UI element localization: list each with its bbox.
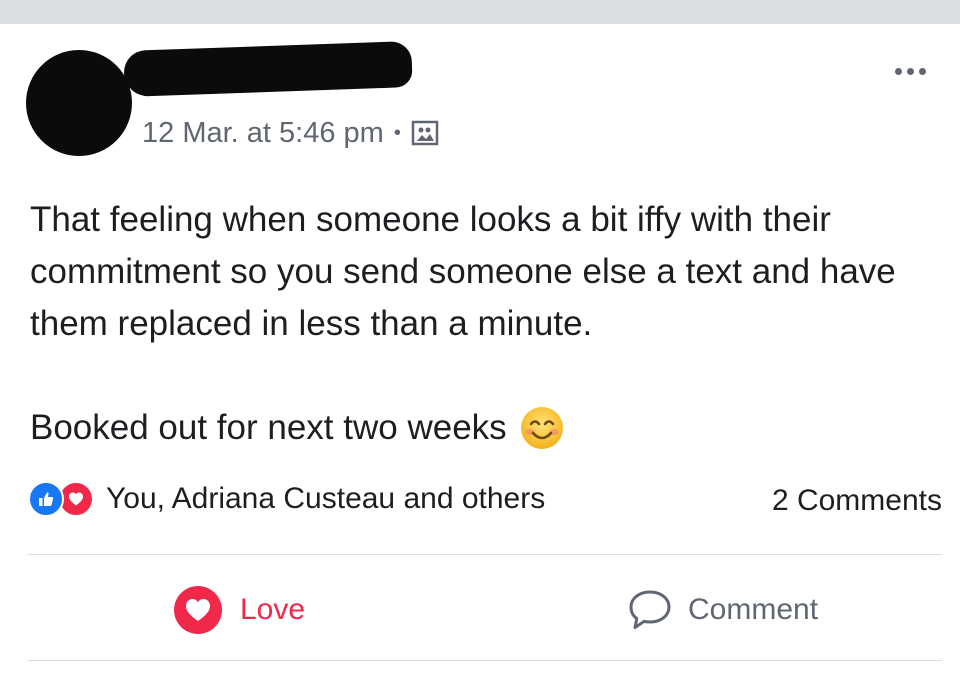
love-button[interactable]: Love bbox=[174, 584, 305, 636]
divider bbox=[28, 554, 942, 555]
avatar-redacted[interactable] bbox=[26, 50, 132, 156]
love-reaction-icon bbox=[174, 586, 222, 634]
photo-album-icon[interactable] bbox=[411, 119, 439, 147]
comment-button-label: Comment bbox=[688, 593, 819, 626]
facebook-post: 12 Mar. at 5:46 pm • That feeling when s… bbox=[0, 24, 960, 675]
more-dot bbox=[895, 68, 902, 75]
like-icon bbox=[28, 481, 64, 517]
more-dot bbox=[907, 68, 914, 75]
top-background-strip bbox=[0, 0, 960, 24]
post-meta: 12 Mar. at 5:46 pm • bbox=[142, 115, 439, 151]
more-dot bbox=[919, 68, 926, 75]
comment-bubble-icon bbox=[626, 588, 674, 632]
smiling-face-emoji-icon bbox=[519, 405, 565, 451]
comments-count-link[interactable]: 2 Comments bbox=[772, 484, 942, 518]
post-text-paragraph-1: That feeling when someone looks a bit if… bbox=[30, 200, 896, 343]
reactions-summary[interactable]: You, Adriana Custeau and others bbox=[28, 481, 545, 517]
post-timestamp[interactable]: 12 Mar. at 5:46 pm bbox=[142, 117, 384, 150]
comment-button[interactable]: Comment bbox=[626, 584, 818, 636]
post-text-paragraph-2: Booked out for next two weeks bbox=[30, 402, 940, 454]
post-body: That feeling when someone looks a bit if… bbox=[30, 194, 940, 454]
post-text-line-2: Booked out for next two weeks bbox=[30, 408, 507, 447]
reactors-text[interactable]: You, Adriana Custeau and others bbox=[106, 482, 545, 516]
more-options-icon[interactable] bbox=[895, 68, 926, 75]
author-name-redacted[interactable] bbox=[123, 40, 413, 98]
love-button-label: Love bbox=[240, 593, 306, 626]
divider bbox=[28, 660, 942, 661]
meta-separator: • bbox=[393, 121, 401, 144]
